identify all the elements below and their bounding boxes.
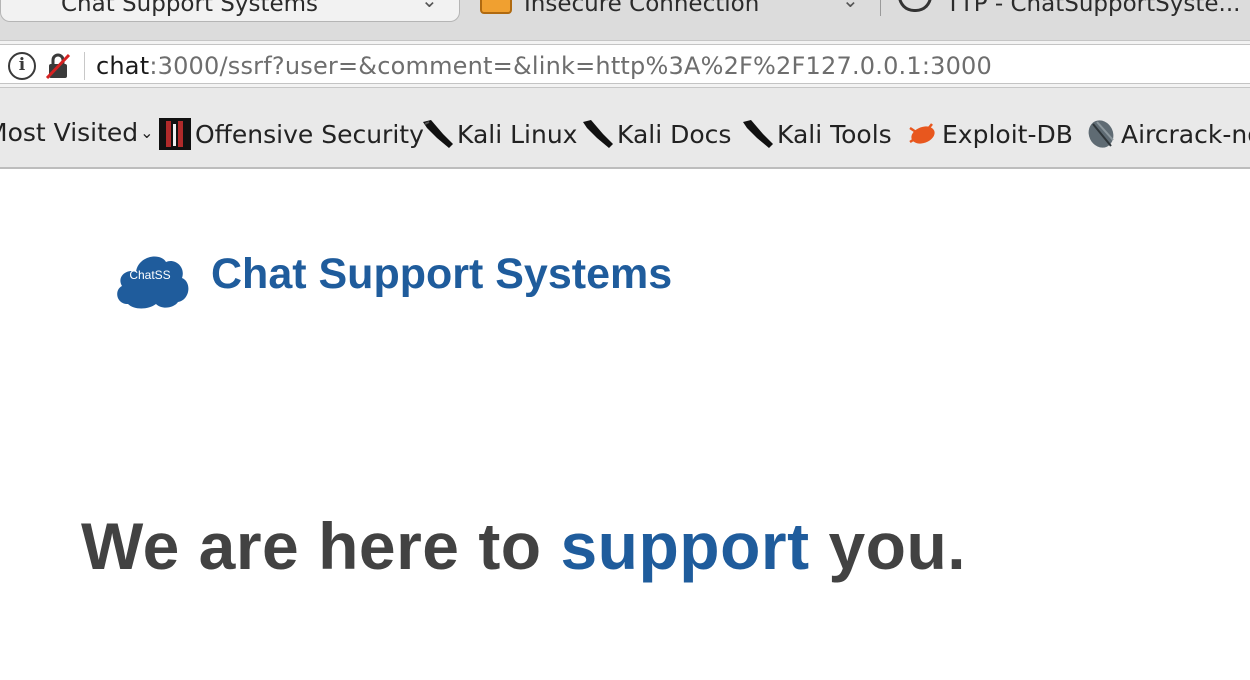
navigation-toolbar: i chat:3000/ssrf?user=&comment=&link=htt…	[0, 40, 1250, 88]
url-separator	[84, 52, 85, 80]
bookmark-exploit-db[interactable]: Exploit-DB	[906, 118, 1073, 150]
kali-dragon-icon	[421, 118, 453, 150]
kali-dragon-icon	[581, 118, 613, 150]
bookmark-label: Most Visited	[0, 118, 139, 147]
bookmark-kali-tools[interactable]: Kali Tools	[741, 118, 892, 150]
brand-title[interactable]: Chat Support Systems	[211, 250, 672, 299]
bookmark-kali-linux[interactable]: Kali Linux	[421, 118, 577, 150]
hero-highlight: support	[560, 509, 810, 583]
hero-text-after: you.	[809, 509, 967, 583]
kali-dragon-icon	[741, 118, 773, 150]
bookmark-aircrack-ng[interactable]: Aircrack-ng	[1085, 118, 1250, 150]
bookmark-kali-docs[interactable]: Kali Docs	[581, 118, 731, 150]
tab-bar: Chat Support Systems ⌄ Insecure Connecti…	[0, 0, 1250, 40]
bookmark-label: Kali Docs	[617, 119, 732, 149]
aircrack-icon	[1085, 118, 1117, 150]
bookmark-label: Kali Linux	[457, 119, 578, 149]
insecure-lock-icon[interactable]	[44, 52, 72, 80]
tab-title: TTP - ChatSupportSyste...	[946, 0, 1241, 17]
hero-heading: We are here to support you.	[81, 508, 966, 584]
info-icon[interactable]: i	[8, 52, 36, 80]
close-tab-icon[interactable]: ⌄	[842, 0, 859, 12]
bookmark-offensive-security[interactable]: Offensive Security	[159, 118, 424, 150]
url-text[interactable]: chat:3000/ssrf?user=&comment=&link=http%…	[96, 52, 992, 80]
tab-title: Chat Support Systems	[61, 0, 319, 17]
bookmark-most-visited[interactable]: Most Visited ⌄	[0, 118, 154, 147]
close-tab-icon[interactable]: ⌄	[421, 0, 438, 12]
tab-ttp-chatsupport[interactable]: TTP - ChatSupportSyste...	[890, 0, 1250, 22]
bookmarks-toolbar: Most Visited ⌄ Offensive Security Kali Li…	[0, 88, 1250, 169]
exploitdb-bug-icon	[906, 118, 938, 150]
bookmark-label: Aircrack-ng	[1121, 119, 1250, 149]
tab-insecure-connection[interactable]: Insecure Connection ⌄	[466, 0, 866, 22]
url-path: :3000/ssrf?user=&comment=&link=http%3A%2…	[149, 52, 992, 80]
tab-chat-support[interactable]: Chat Support Systems ⌄	[0, 0, 460, 22]
tab-separator	[880, 0, 881, 16]
bookmark-label: Exploit-DB	[942, 119, 1073, 149]
address-bar[interactable]: i chat:3000/ssrf?user=&comment=&link=htt…	[0, 44, 1250, 84]
bookmark-label: Offensive Security	[195, 119, 424, 149]
chevron-down-icon: ⌄	[140, 123, 154, 142]
tab-title: Insecure Connection	[524, 0, 760, 17]
offsec-icon	[159, 118, 191, 150]
hero-text-before: We are here to	[81, 509, 561, 583]
logo-text: ChatSS	[129, 268, 171, 282]
bookmark-label: Kali Tools	[777, 119, 892, 149]
url-host: chat	[96, 52, 150, 80]
